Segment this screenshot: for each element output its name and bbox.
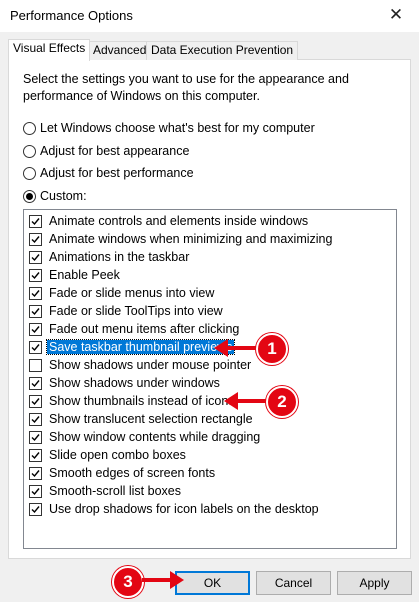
setting-label: Fade or slide menus into view — [49, 286, 215, 300]
setting-label: Show shadows under windows — [49, 376, 220, 390]
setting-item[interactable]: Show window contents while dragging — [29, 428, 262, 446]
settings-list[interactable]: Animate controls and elements inside win… — [23, 209, 397, 549]
setting-item[interactable]: Fade out menu items after clicking — [29, 320, 241, 338]
checkbox-checked[interactable] — [29, 394, 42, 408]
setting-item[interactable]: Slide open combo boxes — [29, 446, 188, 464]
setting-label: Use drop shadows for icon labels on the … — [49, 502, 319, 516]
setting-label: Animate controls and elements inside win… — [49, 214, 309, 228]
checkmark-icon — [31, 397, 40, 405]
setting-item[interactable]: Show translucent selection rectangle — [29, 410, 255, 428]
setting-label: Fade or slide ToolTips into view — [49, 304, 223, 318]
setting-label: Smooth edges of screen fonts — [49, 466, 216, 480]
apply-button[interactable]: Apply — [337, 571, 412, 595]
setting-label: Animate windows when minimizing and maxi… — [49, 232, 333, 246]
setting-item[interactable]: Smooth edges of screen fonts — [29, 464, 217, 482]
tab-data-execution-prevention[interactable]: Data Execution Prevention — [146, 41, 299, 60]
setting-label: Show window contents while dragging — [49, 430, 261, 444]
checkbox-checked[interactable] — [29, 286, 42, 300]
checkbox-checked[interactable] — [29, 376, 42, 390]
setting-item[interactable]: Enable Peek — [29, 266, 122, 284]
intro-text: Select the settings you want to use for … — [23, 72, 349, 103]
radio-label: Custom: — [40, 189, 87, 203]
title-bar: Performance Options ✕ — [0, 0, 419, 32]
setting-label: Show shadows under mouse pointer — [49, 358, 252, 372]
checkmark-icon — [31, 253, 40, 261]
tab-visual-effects[interactable]: Visual Effects — [8, 39, 91, 61]
radio-label: Adjust for best performance — [40, 166, 194, 180]
radio-best-performance[interactable]: Adjust for best performance — [23, 164, 194, 182]
setting-label: Animations in the taskbar — [49, 250, 190, 264]
checkmark-icon — [31, 469, 40, 477]
setting-label: Show translucent selection rectangle — [49, 412, 253, 426]
checkmark-icon — [31, 451, 40, 459]
checkmark-icon — [31, 505, 40, 513]
checkmark-icon — [31, 415, 40, 423]
radio-button[interactable] — [23, 121, 36, 135]
checkbox-checked[interactable] — [29, 214, 42, 228]
setting-label: Show thumbnails instead of icons — [49, 394, 235, 408]
window-title: Performance Options — [10, 8, 133, 23]
checkbox-checked[interactable] — [29, 268, 42, 282]
checkmark-icon — [31, 289, 40, 297]
radio-button[interactable] — [23, 144, 36, 158]
radio-button[interactable] — [23, 189, 36, 203]
setting-item[interactable]: Save taskbar thumbnail previews — [29, 338, 236, 356]
cancel-button[interactable]: Cancel — [256, 571, 331, 595]
setting-label: Enable Peek — [49, 268, 120, 282]
radio-label: Let Windows choose what's best for my co… — [40, 121, 315, 135]
setting-label: Slide open combo boxes — [49, 448, 186, 462]
checkbox-checked[interactable] — [29, 484, 42, 498]
radio-best-appearance[interactable]: Adjust for best appearance — [23, 142, 189, 160]
radio-let-windows-choose[interactable]: Let Windows choose what's best for my co… — [23, 119, 315, 137]
setting-item[interactable]: Use drop shadows for icon labels on the … — [29, 500, 321, 518]
checkmark-icon — [31, 217, 40, 225]
checkmark-icon — [31, 325, 40, 333]
checkbox-checked[interactable] — [29, 250, 42, 264]
checkbox-checked[interactable] — [29, 502, 42, 516]
checkmark-icon — [31, 271, 40, 279]
checkbox-checked[interactable] — [29, 448, 42, 462]
setting-label: Fade out menu items after clicking — [49, 322, 240, 336]
checkmark-icon — [31, 235, 40, 243]
annotation-marker-2: 2 — [266, 386, 298, 418]
setting-item[interactable]: Show shadows under windows — [29, 374, 222, 392]
checkbox-checked[interactable] — [29, 412, 42, 426]
radio-label: Adjust for best appearance — [40, 144, 190, 158]
close-icon[interactable]: ✕ — [385, 4, 407, 26]
setting-label: Smooth-scroll list boxes — [49, 484, 181, 498]
setting-item[interactable]: Fade or slide ToolTips into view — [29, 302, 225, 320]
checkbox-unchecked[interactable] — [29, 358, 42, 372]
checkmark-icon — [31, 343, 40, 351]
checkbox-checked[interactable] — [29, 322, 42, 336]
tab-advanced[interactable]: Advanced — [88, 41, 152, 60]
setting-item[interactable]: Animations in the taskbar — [29, 248, 191, 266]
checkbox-checked[interactable] — [29, 340, 42, 354]
setting-item[interactable]: Smooth-scroll list boxes — [29, 482, 183, 500]
checkmark-icon — [31, 433, 40, 441]
checkmark-icon — [31, 379, 40, 387]
checkbox-checked[interactable] — [29, 232, 42, 246]
setting-item[interactable]: Show thumbnails instead of icons — [29, 392, 237, 410]
arrow-right-icon — [142, 571, 184, 589]
ok-button[interactable]: OK — [175, 571, 250, 595]
checkmark-icon — [31, 307, 40, 315]
checkmark-icon — [31, 487, 40, 495]
setting-item[interactable]: Animate controls and elements inside win… — [29, 212, 310, 230]
setting-item[interactable]: Fade or slide menus into view — [29, 284, 216, 302]
radio-custom[interactable]: Custom: — [23, 187, 87, 205]
radio-button[interactable] — [23, 166, 36, 180]
checkbox-checked[interactable] — [29, 430, 42, 444]
setting-label: Save taskbar thumbnail previews — [45, 339, 236, 355]
setting-item[interactable]: Animate windows when minimizing and maxi… — [29, 230, 334, 248]
checkbox-checked[interactable] — [29, 304, 42, 318]
checkbox-checked[interactable] — [29, 466, 42, 480]
annotation-marker-1: 1 — [256, 333, 288, 365]
